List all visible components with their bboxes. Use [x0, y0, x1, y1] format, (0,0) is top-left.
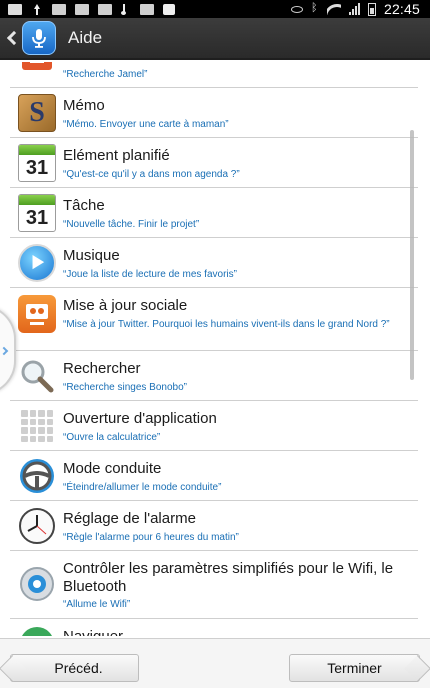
social-icon: [18, 295, 56, 333]
list-item-scheduled[interactable]: 31 Elément planifié “Qu'est-ce qu'il y a…: [10, 138, 418, 188]
list-item-title: Mise à jour sociale: [63, 297, 188, 314]
list-item-partial[interactable]: “Recherche Jamel”: [10, 62, 418, 88]
list-item-subtitle: “Mémo. Envoyer une carte à maman”: [63, 119, 229, 130]
bluetooth-icon: [311, 2, 319, 15]
list-item-music[interactable]: Musique “Joue la liste de lecture de mes…: [10, 238, 418, 288]
battery-icon: [367, 2, 376, 16]
list-item-title: Réglage de l'alarme: [63, 510, 196, 527]
list-item-title: Naviguer: [63, 628, 412, 636]
list-item-title: Ouverture d'application: [63, 410, 217, 427]
list-item-task[interactable]: 31 Tâche “Nouvelle tâche. Finir le proje…: [10, 188, 418, 238]
page-title: Aide: [68, 28, 103, 47]
contact-icon: [22, 62, 52, 70]
list-item-navigate[interactable]: Naviguer: [10, 619, 418, 636]
clock-time: 22:45: [383, 1, 420, 17]
settings-icon: [18, 565, 56, 603]
list-item-title: Rechercher: [63, 360, 141, 377]
calendar-icon: 31: [18, 144, 56, 182]
image-notification-icon: [8, 3, 22, 15]
list-item-social[interactable]: Mise à jour sociale “Mise à jour Twitter…: [10, 288, 418, 351]
list-item-subtitle: “Nouvelle tâche. Finir le projet”: [63, 219, 200, 230]
chevron-left-icon: [6, 30, 22, 46]
list-item-app-open[interactable]: Ouverture d'application “Ouvre la calcul…: [10, 401, 418, 451]
list-item-subtitle: “Joue la liste de lecture de mes favoris…: [63, 269, 237, 280]
notification-icon: [52, 3, 66, 15]
smart-stay-icon: [290, 5, 303, 13]
navigation-icon: [18, 625, 56, 636]
music-note-icon: [121, 3, 131, 15]
list-item-subtitle: “Recherche Jamel”: [63, 69, 148, 80]
list-item-subtitle: “Qu'est-ce qu'il y a dans mon agenda ?”: [63, 169, 240, 180]
back-button[interactable]: [2, 17, 22, 59]
list-item-title: Mémo: [63, 97, 105, 114]
microphone-icon[interactable]: [22, 21, 56, 55]
steering-wheel-icon: [18, 457, 56, 495]
action-bar: Aide: [0, 18, 430, 60]
list-item-title: Tâche: [63, 197, 105, 214]
finish-button[interactable]: Terminer: [289, 654, 420, 682]
list-item-memo[interactable]: S Mémo “Mémo. Envoyer une carte à maman”: [10, 88, 418, 138]
list-item-driving[interactable]: Mode conduite “Éteindre/allumer le mode …: [10, 451, 418, 501]
notification-icon: [140, 3, 154, 15]
wifi-icon: [327, 4, 341, 15]
clipboard-icon: [163, 3, 175, 15]
scrollbar[interactable]: [410, 130, 414, 380]
list-item-subtitle: “Recherche singes Bonobo”: [63, 382, 187, 393]
search-icon: [18, 357, 56, 395]
chevron-right-icon: [0, 346, 9, 356]
status-bar: 22:45: [0, 0, 430, 18]
previous-button[interactable]: Précéd.: [10, 654, 139, 682]
memo-icon: S: [18, 94, 56, 132]
music-icon: [18, 244, 56, 282]
list-item-settings[interactable]: Contrôler les paramètres simplifiés pour…: [10, 551, 418, 619]
help-command-list[interactable]: “Recherche Jamel” S Mémo “Mémo. Envoyer …: [10, 62, 418, 636]
notification-icon: [75, 3, 89, 15]
list-item-subtitle: “Éteindre/allumer le mode conduite”: [63, 482, 222, 493]
signal-icon: [348, 3, 360, 15]
list-item-title: Musique: [63, 247, 120, 264]
calendar-icon: 31: [18, 194, 56, 232]
upload-icon: [31, 3, 43, 15]
list-item-title: Mode conduite: [63, 460, 162, 477]
notification-icon: [98, 3, 112, 15]
list-item-subtitle: “Ouvre la calculatrice”: [63, 432, 161, 443]
list-item-title: Contrôler les paramètres simplifiés pour…: [63, 560, 394, 595]
calculator-icon: [18, 407, 56, 445]
clock-icon: [18, 507, 56, 545]
list-item-title: Elément planifié: [63, 147, 170, 164]
list-item-subtitle: “Allume le Wifi”: [63, 599, 131, 610]
list-item-subtitle: “Règle l'alarme pour 6 heures du matin”: [63, 532, 239, 543]
list-item-subtitle: “Mise à jour Twitter. Pourquoi les humai…: [63, 319, 390, 330]
list-item-search[interactable]: Rechercher “Recherche singes Bonobo”: [10, 351, 418, 401]
bottom-bar: Précéd. Terminer: [0, 638, 430, 688]
list-item-alarm[interactable]: Réglage de l'alarme “Règle l'alarme pour…: [10, 501, 418, 551]
